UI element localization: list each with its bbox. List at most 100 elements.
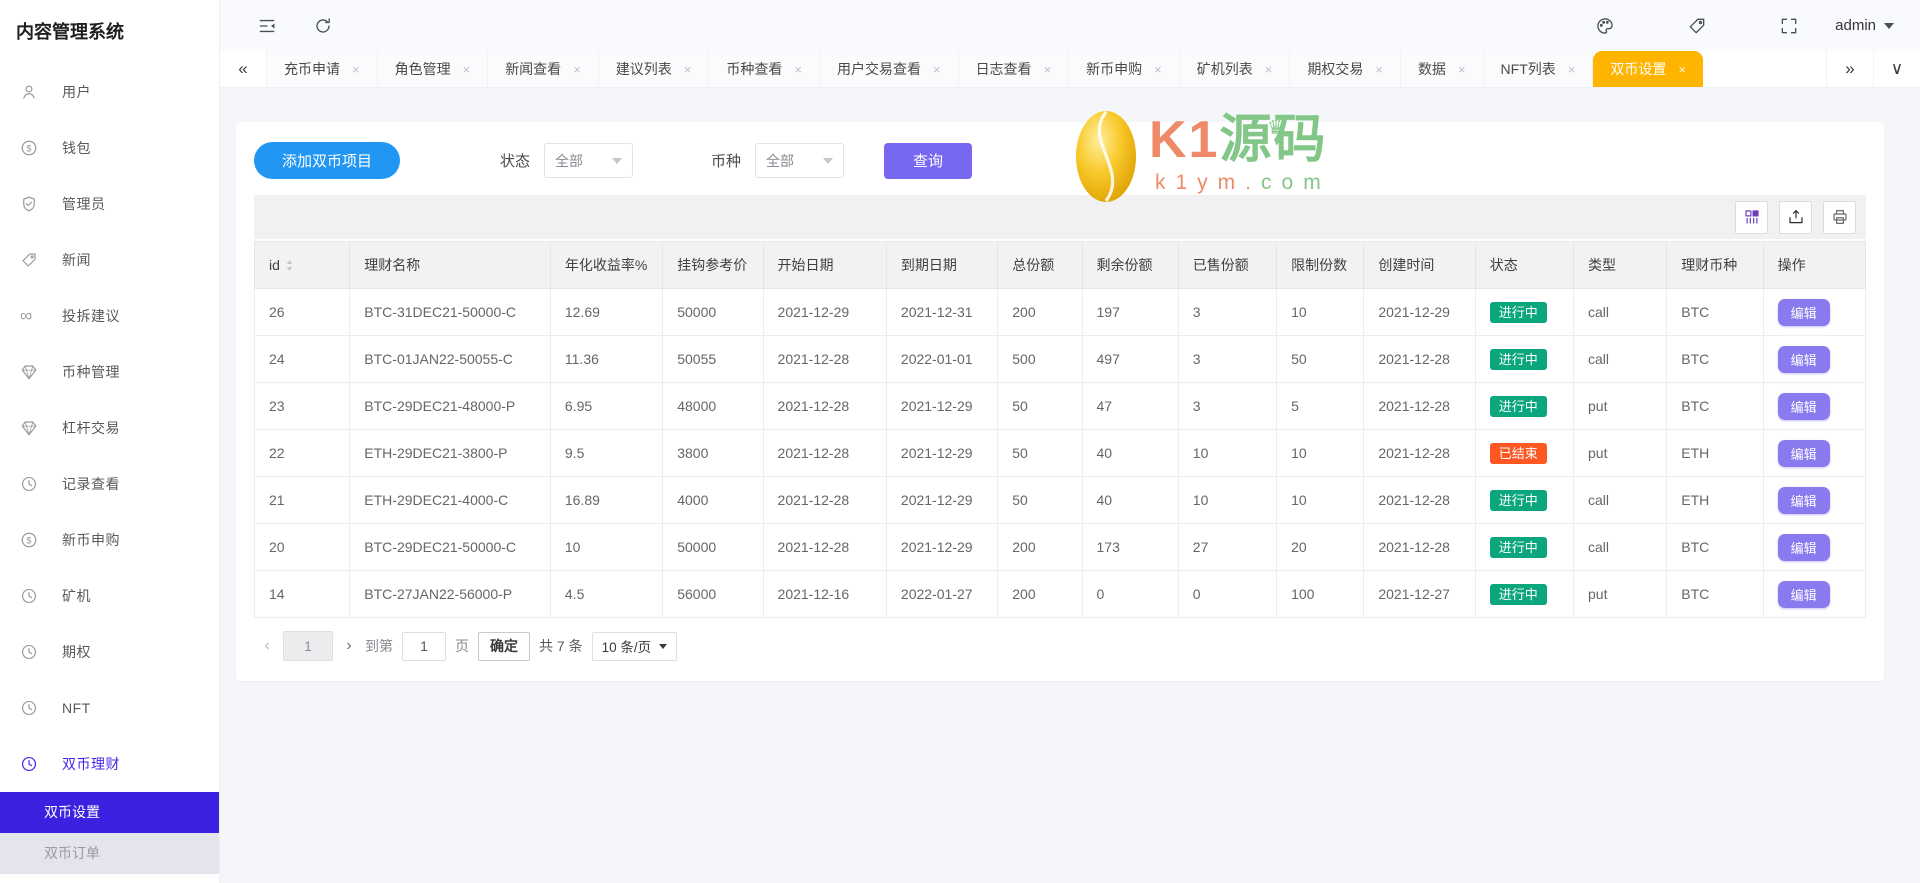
close-icon[interactable]: ×	[573, 62, 581, 77]
goto-confirm-button[interactable]: 确定	[478, 631, 530, 661]
edit-button[interactable]: 编辑	[1777, 439, 1830, 467]
close-icon[interactable]: ×	[794, 62, 802, 77]
close-icon[interactable]: ×	[1154, 62, 1162, 77]
sidebar-item[interactable]: 记录查看	[0, 456, 219, 512]
tabs-scroll-left-button[interactable]: «	[220, 51, 267, 87]
sidebar-item[interactable]: 矿机	[0, 568, 219, 624]
sidebar-item-label: NFT	[62, 700, 91, 716]
sidebar-item-label: 币种管理	[62, 364, 120, 380]
cell-type: call	[1572, 335, 1668, 383]
sidebar-subitem[interactable]: 双币设置	[0, 792, 219, 833]
tab-label: 新闻查看	[505, 61, 562, 77]
prev-page-button[interactable]: ‹	[260, 637, 274, 655]
tab-item[interactable]: 角色管理 ×	[377, 51, 489, 87]
sidebar-item[interactable]: $ 新币申购	[0, 512, 219, 568]
sidebar-item[interactable]: 杠杆交易	[0, 400, 219, 456]
export-icon	[1787, 208, 1805, 226]
tab-item[interactable]: 新闻查看 ×	[488, 51, 599, 87]
cell-ref_price: 50000	[662, 288, 764, 336]
tab-item[interactable]: 用户交易查看 ×	[819, 51, 959, 87]
column-header[interactable]: id ▲ ▼	[253, 241, 351, 289]
tab-item[interactable]: 建议列表 ×	[598, 51, 710, 87]
tab-item[interactable]: 日志查看 ×	[958, 51, 1070, 87]
fullscreen-icon[interactable]	[1779, 16, 1799, 36]
current-page-button[interactable]: 1	[283, 631, 333, 661]
cell-action: 编辑	[1762, 288, 1867, 336]
cell-end: 2021-12-31	[885, 288, 999, 336]
history-icon	[20, 475, 38, 493]
refresh-icon[interactable]	[313, 16, 333, 36]
user-menu[interactable]: admin	[1835, 17, 1894, 34]
tab-item[interactable]: 期权交易 ×	[1290, 51, 1401, 87]
sort-icon[interactable]: ▲ ▼	[285, 259, 294, 273]
close-icon[interactable]: ×	[1458, 62, 1466, 77]
tab-active[interactable]: 双币设置 ×	[1593, 51, 1703, 87]
sidebar-item[interactable]: 用户	[0, 64, 219, 120]
close-icon[interactable]: ×	[1265, 62, 1273, 77]
cell-ref_price: 48000	[662, 382, 764, 430]
cell-name: BTC-27JAN22-56000-P	[349, 570, 551, 618]
close-icon[interactable]: ×	[352, 62, 360, 77]
topbar-right: admin	[1595, 16, 1894, 36]
edit-button[interactable]: 编辑	[1777, 580, 1830, 608]
close-icon[interactable]: ×	[1678, 62, 1686, 77]
edit-button[interactable]: 编辑	[1777, 392, 1830, 420]
coin-select[interactable]: 全部	[755, 143, 845, 178]
sidebar-item[interactable]: ∞ 投拆建议	[0, 288, 219, 344]
page-unit-label: 页	[455, 638, 469, 654]
tab-item[interactable]: NFT列表 ×	[1483, 51, 1594, 87]
cell-rate: 11.36	[549, 335, 664, 383]
sidebar-item-label: 用户	[62, 84, 91, 100]
cell-id: 26	[253, 288, 351, 336]
close-icon[interactable]: ×	[1375, 62, 1383, 77]
sidebar-item[interactable]: NFT	[0, 680, 219, 736]
cell-remain: 197	[1081, 288, 1179, 336]
column-header: 创建时间	[1363, 241, 1476, 289]
column-header: 挂钩参考价	[662, 241, 764, 289]
tab-item[interactable]: 币种查看 ×	[709, 51, 820, 87]
sidebar-item-label: 钱包	[62, 140, 91, 156]
cell-total: 200	[997, 288, 1083, 336]
tab-item[interactable]: 数据 ×	[1400, 51, 1484, 87]
columns-icon	[1743, 208, 1761, 226]
cell-start: 2021-12-28	[762, 523, 887, 571]
add-dual-currency-button[interactable]: 添加双币项目	[254, 142, 401, 179]
edit-button[interactable]: 编辑	[1777, 486, 1830, 514]
page-size-select[interactable]: 10 条/页	[591, 631, 678, 661]
columns-setting-button[interactable]	[1735, 200, 1768, 234]
collapse-sidebar-icon[interactable]	[257, 16, 277, 36]
status-select[interactable]: 全部	[544, 143, 634, 178]
edit-button[interactable]: 编辑	[1777, 345, 1830, 373]
edit-button[interactable]: 编辑	[1777, 298, 1830, 326]
svg-text:$: $	[26, 535, 31, 545]
sidebar-item[interactable]: 币种管理	[0, 344, 219, 400]
tab-item[interactable]: 充币申请 ×	[267, 51, 378, 87]
sidebar-item[interactable]: 管理员	[0, 176, 219, 232]
close-icon[interactable]: ×	[1044, 62, 1052, 77]
close-icon[interactable]: ×	[1568, 62, 1576, 77]
export-button[interactable]	[1779, 200, 1812, 234]
close-icon[interactable]: ×	[684, 62, 692, 77]
sidebar-item[interactable]: $ 钱包	[0, 120, 219, 176]
goto-page-input[interactable]	[402, 631, 446, 661]
next-page-button[interactable]: ›	[342, 637, 356, 655]
close-icon[interactable]: ×	[463, 62, 471, 77]
print-button[interactable]	[1823, 200, 1856, 234]
tab-item[interactable]: 新币申购 ×	[1069, 51, 1180, 87]
tabs-scroll-right-button[interactable]: »	[1826, 51, 1873, 87]
sidebar-subitem[interactable]: 双币订单	[0, 833, 219, 874]
edit-button[interactable]: 编辑	[1777, 533, 1830, 561]
sidebar-item[interactable]: 期权	[0, 624, 219, 680]
tabs-menu-button[interactable]: ∨	[1873, 51, 1920, 87]
sidebar-item[interactable]: 双币理财	[0, 736, 219, 792]
cell-action: 编辑	[1762, 382, 1867, 430]
close-icon[interactable]: ×	[933, 62, 941, 77]
tag-icon[interactable]	[1687, 16, 1707, 36]
table-row: 26 BTC-31DEC21-50000-C 12.69 50000 2021-12-2…	[253, 288, 1867, 336]
query-button[interactable]: 查询	[884, 142, 973, 179]
cell-action: 编辑	[1762, 476, 1867, 524]
tab-item[interactable]: 矿机列表 ×	[1179, 51, 1291, 87]
sidebar-item[interactable]: 新闻	[0, 232, 219, 288]
theme-palette-icon[interactable]	[1595, 16, 1615, 36]
infinity-icon: ∞	[20, 306, 33, 325]
